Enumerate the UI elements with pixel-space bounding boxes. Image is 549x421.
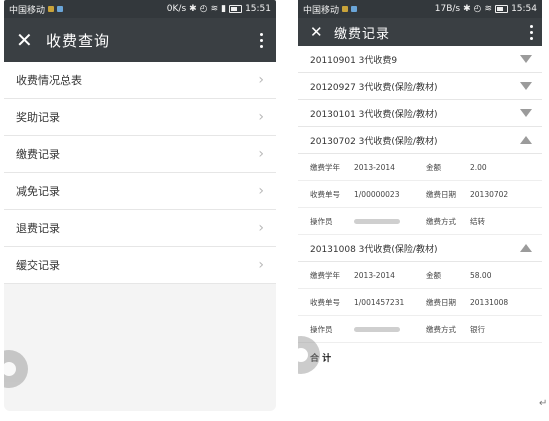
page-title: 收费查询 [46,31,111,50]
detail-key: 金额 [426,162,441,172]
clock-time: 15:54 [511,4,537,14]
detail-key: 金额 [426,270,441,280]
detail-value: 20131008 [470,297,509,307]
page-title: 缴费记录 [334,26,391,42]
message-icon [57,6,64,12]
alarm-icon: ◴ [199,4,208,14]
detail-key: 收费单号 [310,189,340,199]
carrier-label: 中国移动 [303,5,340,16]
detail-key: 缴费学年 [310,162,340,172]
record-title: 20131008 3代收费(保险/教材) [310,244,438,255]
return-mark: ↵ [539,398,548,409]
chevron-right-icon: › [258,220,264,236]
signal-icon: ▮ [221,4,227,14]
record-title: 20130101 3代收费(保险/教材) [310,109,438,120]
collapse-icon [520,136,532,144]
more-options-icon[interactable] [256,32,266,48]
menu-item-label: 奖助记录 [16,111,60,124]
detail-value: 2.00 [470,162,487,172]
detail-value: 20130702 [470,189,509,199]
expand-icon [520,55,532,63]
detail-row: 缴费学年 2013-2014 金额 58.00 [298,262,542,289]
chevron-right-icon: › [258,109,264,125]
clock-time: 15:51 [245,4,271,14]
close-icon[interactable]: ✕ [310,24,334,40]
carrier-label: 中国移动 [9,5,46,16]
record-title: 20110901 3代收费9 [310,55,398,66]
bluetooth-icon: ✱ [189,4,197,14]
notification-icon [342,6,349,12]
record-header[interactable]: 20131008 3代收费(保险/教材) [298,235,542,262]
detail-value: 2013-2014 [354,270,395,280]
detail-key: 缴费学年 [310,270,340,280]
detail-value: 2013-2014 [354,162,395,172]
detail-row: 缴费学年 2013-2014 金额 2.00 [298,154,542,181]
operator-name-blurred [354,325,426,334]
record-header[interactable]: 20120927 3代收费(保险/教材) [298,73,542,100]
record-header[interactable]: 20110901 3代收费9 [298,46,542,73]
menu-item-label: 缓交记录 [16,259,60,272]
menu-item-label: 减免记录 [16,185,60,198]
left-screen: 中国移动 0K/s ✱ ◴ ≋ ▮ 15:51 ✕ 收费查询 收费情况总表 › … [4,0,276,411]
chevron-right-icon: › [258,183,264,199]
status-bar: 中国移动 0K/s ✱ ◴ ≋ ▮ 15:51 [4,0,276,18]
expand-icon [520,82,532,90]
detail-row: 操作员 缴费方式 银行 [298,316,542,343]
menu-item-label: 收费情况总表 [16,74,82,87]
menu-item-label: 缴费记录 [16,148,60,161]
total-row: 合 计 [298,343,542,371]
detail-value: 结转 [470,216,485,226]
status-bar: 中国移动 17B/s ✱ ◴ ≋ 15:54 [298,0,542,18]
record-title: 20130702 3代收费(保险/教材) [310,136,438,147]
detail-key: 缴费日期 [426,297,456,307]
detail-row: 收费单号 1/001457231 缴费日期 20131008 [298,289,542,316]
detail-key: 缴费日期 [426,189,456,199]
wifi-icon: ≋ [210,4,219,14]
chevron-right-icon: › [258,257,264,273]
detail-value: 1/00000023 [354,189,400,199]
detail-key: 操作员 [310,216,333,226]
menu-list: 收费情况总表 › 奖助记录 › 缴费记录 › 减免记录 › 退费记录 › 缓交记… [4,62,276,284]
notification-icon [48,6,55,12]
chevron-right-icon: › [258,72,264,88]
menu-item-fee-summary[interactable]: 收费情况总表 › [4,62,276,99]
alarm-icon: ◴ [473,4,482,14]
network-speed: 0K/s [166,4,187,14]
chevron-right-icon: › [258,146,264,162]
right-screen: 中国移动 17B/s ✱ ◴ ≋ 15:54 ✕ 缴费记录 20110901 3… [298,0,542,400]
record-header[interactable]: 20130101 3代收费(保险/教材) [298,100,542,127]
detail-row: 收费单号 1/00000023 缴费日期 20130702 [298,181,542,208]
record-header[interactable]: 20130702 3代收费(保险/教材) [298,127,542,154]
message-icon [351,6,358,12]
expand-icon [520,109,532,117]
menu-item-waivers[interactable]: 减免记录 › [4,173,276,210]
menu-item-label: 退费记录 [16,222,60,235]
operator-name-blurred [354,217,426,226]
close-icon[interactable]: ✕ [16,30,46,50]
detail-value: 58.00 [470,270,492,280]
detail-value: 银行 [470,324,485,334]
detail-key: 缴费方式 [426,216,456,226]
detail-key: 操作员 [310,324,333,334]
app-toolbar: ✕ 缴费记录 [298,18,542,46]
collapse-icon [520,244,532,252]
wifi-icon: ≋ [484,4,493,14]
detail-value: 1/001457231 [354,297,405,307]
detail-row: 操作员 缴费方式 结转 [298,208,542,235]
battery-icon [495,5,509,13]
bluetooth-icon: ✱ [463,4,471,14]
menu-item-deferrals[interactable]: 缓交记录 › [4,247,276,284]
record-title: 20120927 3代收费(保险/教材) [310,82,438,93]
app-toolbar: ✕ 收费查询 [4,18,276,62]
menu-item-refunds[interactable]: 退费记录 › [4,210,276,247]
menu-item-awards[interactable]: 奖助记录 › [4,99,276,136]
floating-assist-button[interactable] [4,350,28,388]
menu-item-payments[interactable]: 缴费记录 › [4,136,276,173]
network-speed: 17B/s [434,4,461,14]
battery-icon [229,5,243,13]
more-options-icon[interactable] [526,24,536,40]
detail-key: 缴费方式 [426,324,456,334]
detail-key: 收费单号 [310,297,340,307]
